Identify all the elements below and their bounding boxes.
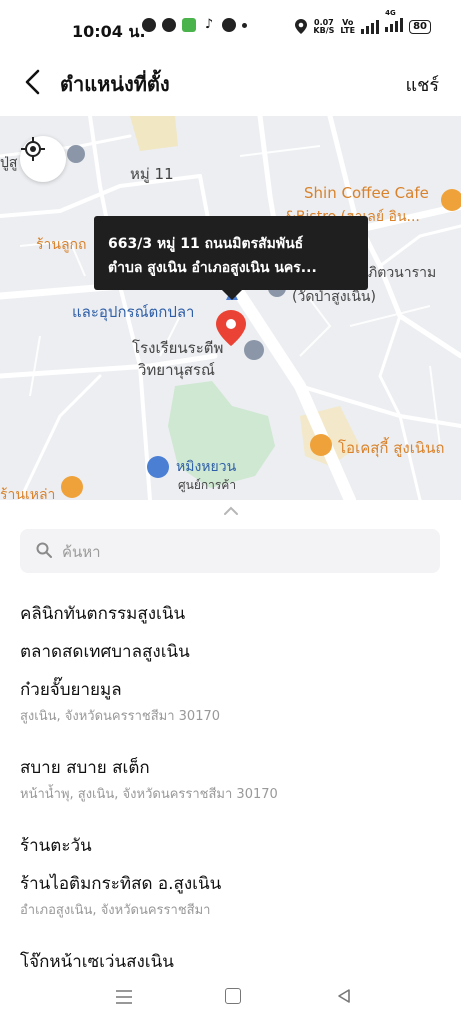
line-icon	[182, 18, 196, 32]
battery-indicator: 80	[409, 19, 431, 34]
list-item[interactable]: สบาย สบาย สเต็ก หน้าน้ำพุ, สูงเนิน, จังห…	[20, 756, 278, 804]
item-name: ร้านตะวัน	[20, 836, 92, 856]
signal-icon	[361, 19, 380, 34]
signal-4g: 4G	[385, 9, 404, 35]
item-name: ตลาดสดเทศบาลสูงเนิน	[20, 642, 190, 662]
item-address: หน้าน้ำพุ, สูงเนิน, จังหวัดนครราชสีมา 30…	[20, 787, 278, 802]
map-label-mall: ศูนย์การค้า	[178, 478, 237, 492]
map-label-moo11: หมู่ 11	[130, 165, 174, 183]
map-label-school1: โรงเรียนระตีพ	[132, 339, 224, 357]
tooltip-line-1: 663/3 หมู่ 11 ถนนมิตรสัมพันธ์	[108, 236, 304, 252]
map-label-wat1: ภิตวนาราม	[368, 265, 437, 281]
status-time: 10:04 น.	[72, 22, 146, 41]
back-arrow-icon[interactable]	[22, 68, 46, 96]
map-label-school2: วิทยานุสรณ์	[138, 361, 215, 379]
volte-indicator: Vo LTE	[340, 18, 356, 35]
home-icon[interactable]	[225, 988, 241, 1004]
item-address: สูงเนิน, จังหวัดนครราชสีมา 30170	[20, 709, 221, 724]
search-bar[interactable]	[20, 529, 440, 575]
item-name: สบาย สบาย สเต็ก	[20, 758, 150, 778]
list-item[interactable]: คลินิกทันตกรรมสูงเนิน	[20, 602, 185, 626]
system-icons: 0.07 KB/S Vo LTE 4G 80	[295, 9, 431, 35]
signal-4g-icon	[385, 18, 404, 32]
map-label-su: ปู่สู	[0, 155, 18, 171]
page-title: ตำแหน่งที่ตั้ง	[60, 72, 170, 96]
item-name: ก๋วยจั๊บยายมูล	[20, 680, 122, 700]
volte-bottom: LTE	[340, 25, 356, 35]
search-input[interactable]	[60, 529, 424, 575]
list-item[interactable]: ตลาดสดเทศบาลสูงเนิน	[20, 640, 190, 664]
map-label-ranlao: ร้านเหล่า	[0, 487, 56, 500]
item-name: โจ๊กหน้าเซเว่นสงเนิน	[20, 952, 174, 972]
facebook-icon	[142, 18, 156, 32]
system-nav-bar	[0, 974, 461, 1024]
item-name: คลินิกทันตกรรมสูงเนิน	[20, 604, 186, 624]
map-label-fishing: และอุปกรณ์ตกปลา	[72, 303, 195, 321]
search-icon	[36, 542, 52, 558]
more-notifications-icon	[242, 22, 247, 28]
item-name: ร้านไอติมกระทิสด อ.สูงเนิน	[20, 874, 222, 894]
chevron-up-icon[interactable]	[222, 505, 240, 517]
share-button[interactable]: แชร์	[406, 70, 440, 99]
location-icon	[295, 19, 308, 34]
map-label-ran-luk: ร้านลูกถ	[36, 237, 87, 253]
list-item[interactable]: ก๋วยจั๊บยายมูล สูงเนิน, จังหวัดนครราชสีม…	[20, 678, 220, 726]
messenger-icon	[222, 18, 236, 32]
address-tooltip[interactable]: 663/3 หมู่ 11 ถนนมิตรสัมพันธ์ ตำบล สูงเน…	[94, 216, 368, 300]
list-item[interactable]: โจ๊กหน้าเซเว่นสงเนิน	[20, 950, 174, 974]
my-location-button[interactable]	[20, 136, 66, 182]
recent-apps-icon[interactable]	[116, 990, 132, 1004]
tiktok-icon: ♪	[204, 17, 214, 32]
map-view[interactable]: ปู่สู หมู่ 11 Shin Coffee Cafe &Bistro (…	[0, 116, 461, 500]
item-address: อำเภอสูงเนิน, จังหวัดนครราชสีมา	[20, 903, 211, 918]
list-item[interactable]: ร้านตะวัน	[20, 834, 92, 858]
net-speed: 0.07 KB/S	[313, 18, 335, 35]
network-type: 4G	[385, 9, 396, 17]
net-speed-unit: KB/S	[313, 25, 335, 35]
app-header: ตำแหน่งที่ตั้ง แชร์	[0, 60, 461, 106]
back-triangle-icon[interactable]	[336, 988, 352, 1004]
map-label-shin-coffee: Shin Coffee Cafe	[304, 184, 429, 202]
list-item[interactable]: ร้านไอติมกระทิสด อ.สูงเนิน อำเภอสูงเนิน,…	[20, 872, 221, 920]
shield-icon	[162, 18, 176, 32]
status-bar: 10:04 น. ♪ 0.07 KB/S Vo LTE 4G 80	[0, 0, 461, 60]
map-label-mingyuan: หมิงหยวน	[176, 459, 237, 475]
notification-icons: ♪	[142, 18, 247, 32]
tooltip-line-2: ตำบล สูงเนิน อำเภอสูงเนิน นคร...	[108, 260, 317, 276]
map-label-okasuki: โอเคสุกี้ สูงเนินถ	[338, 439, 445, 457]
crosshair-icon	[21, 137, 45, 161]
